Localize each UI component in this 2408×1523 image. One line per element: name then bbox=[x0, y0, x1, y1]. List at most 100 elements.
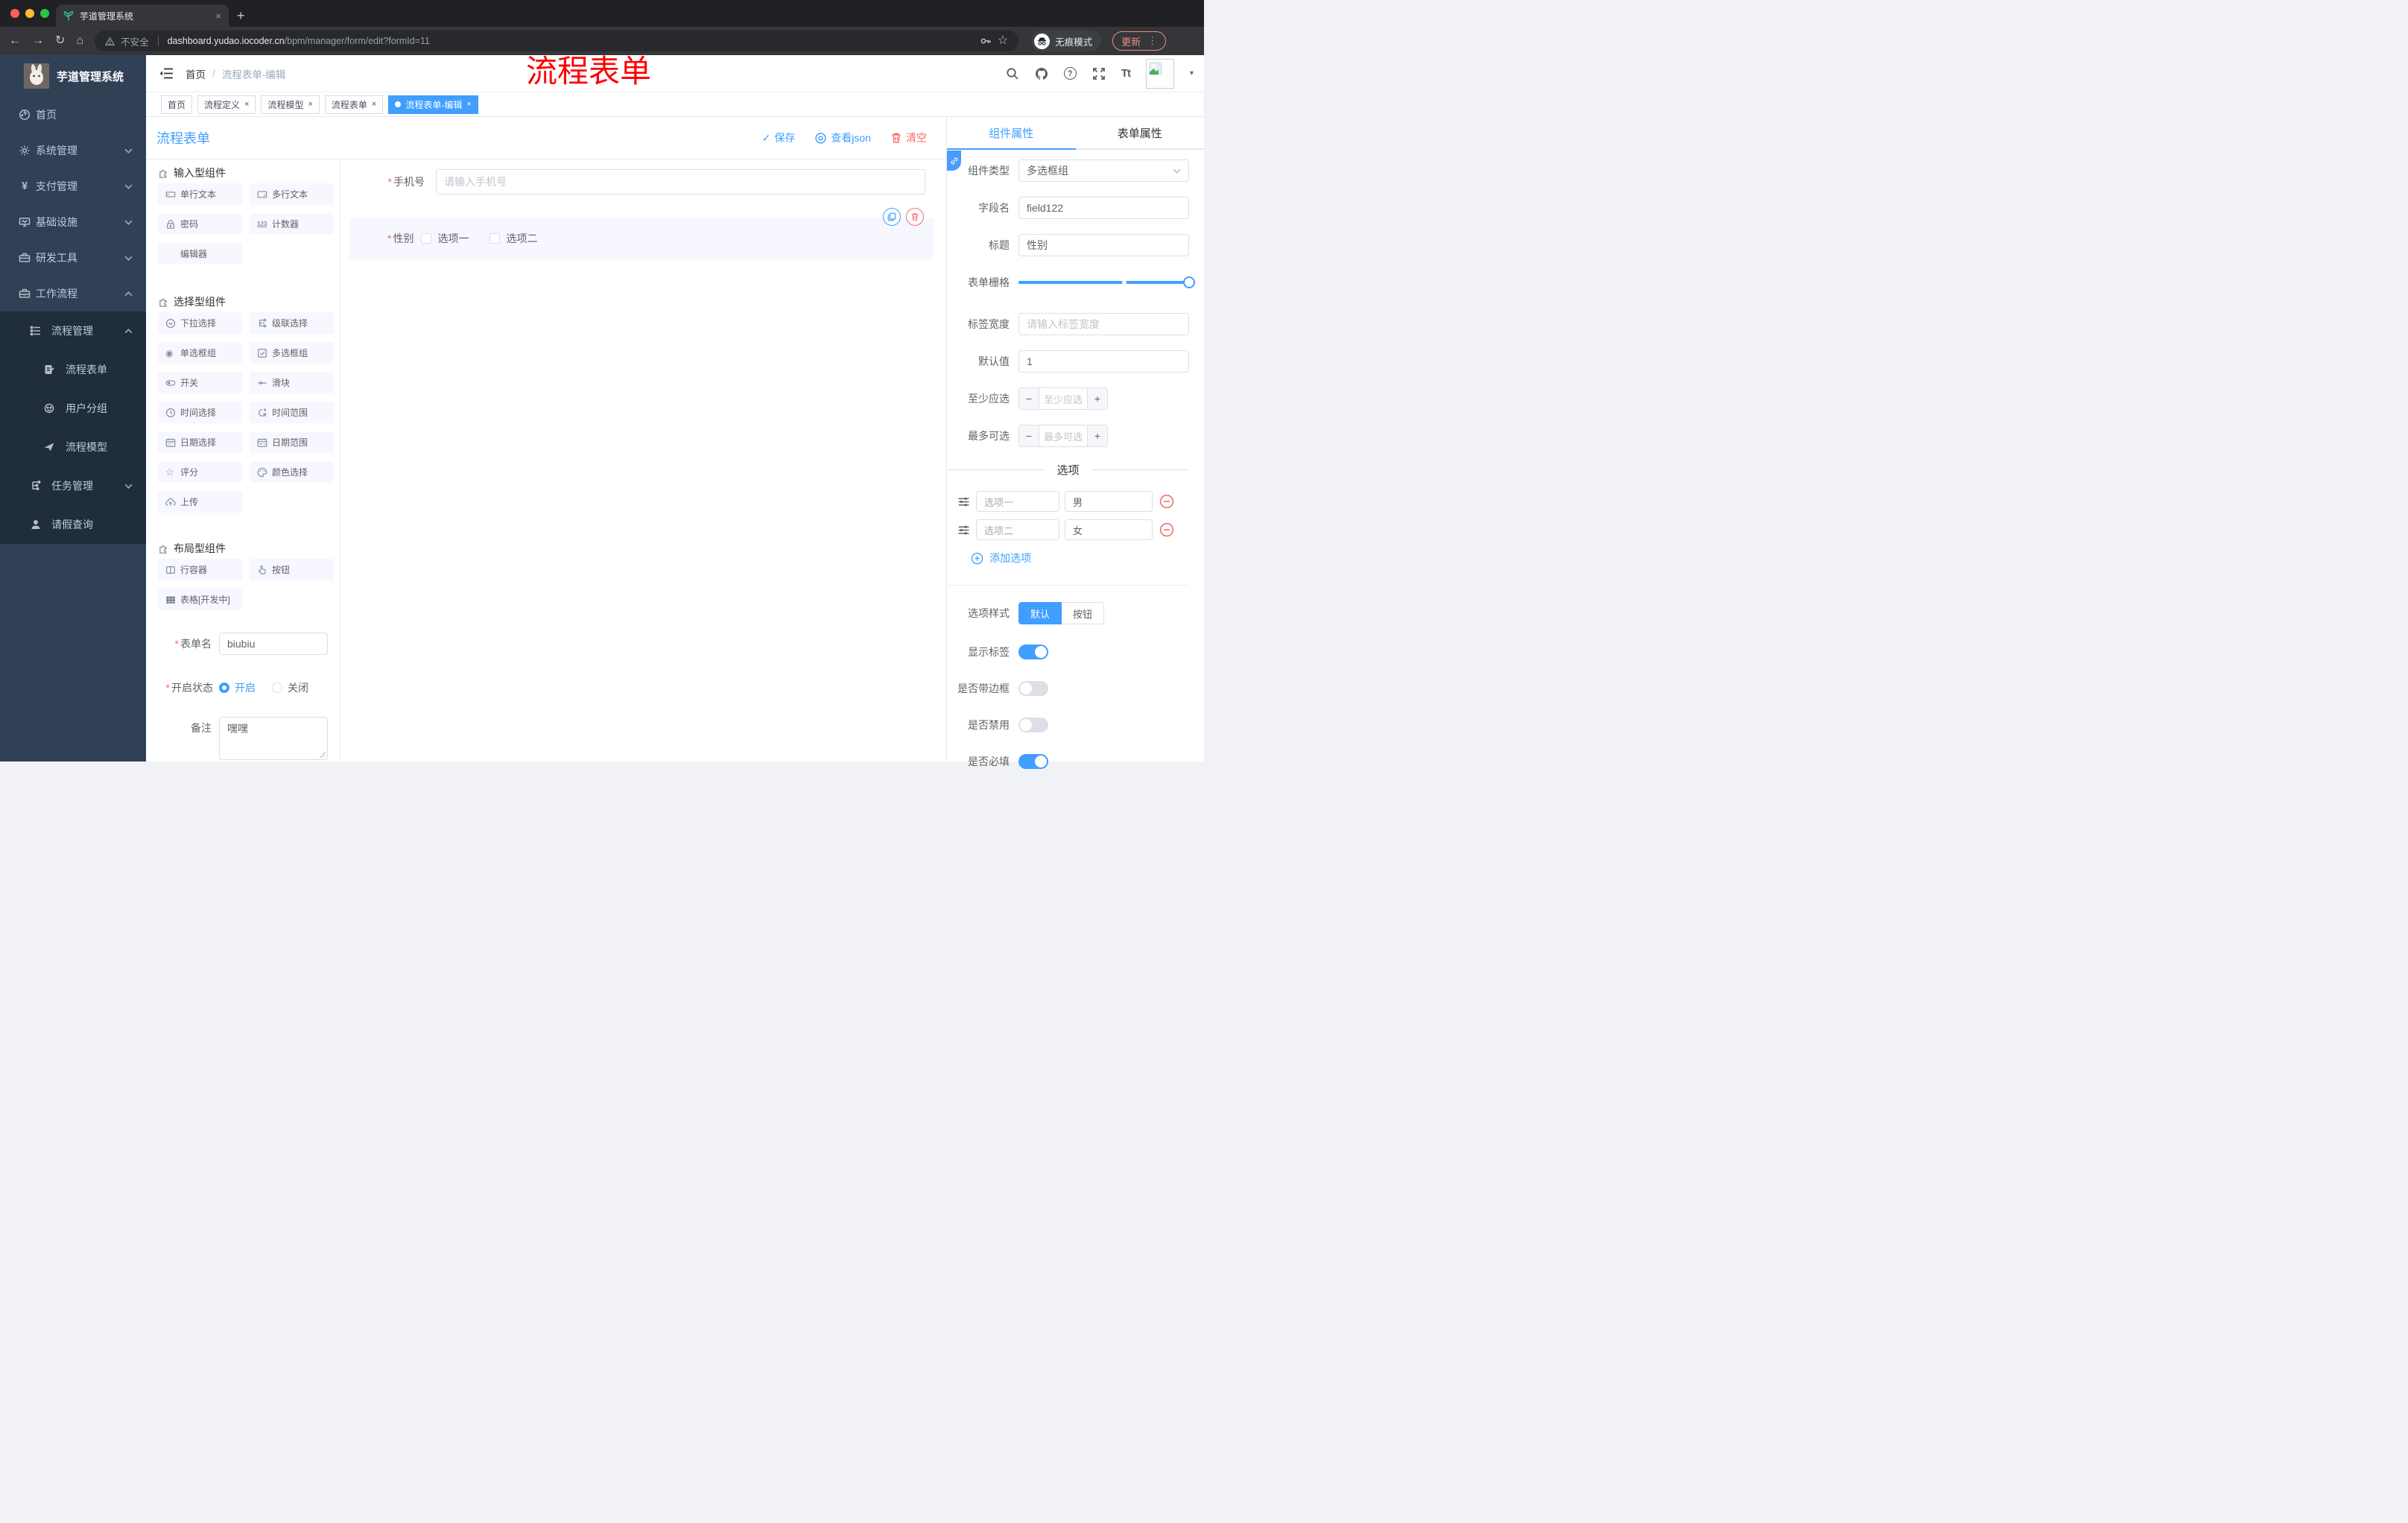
drag-handle-icon[interactable] bbox=[957, 495, 970, 508]
fullscreen-icon[interactable] bbox=[1092, 67, 1106, 80]
remark-textarea[interactable]: 嘿嘿 bbox=[219, 717, 328, 760]
resize-grip[interactable] bbox=[320, 752, 326, 758]
tag-close-icon[interactable]: × bbox=[372, 100, 376, 109]
option-label-input[interactable]: 选项二 bbox=[976, 519, 1059, 540]
close-window-button[interactable] bbox=[10, 9, 19, 18]
slider-track[interactable] bbox=[1018, 276, 1195, 288]
component-date-range[interactable]: 日期范围 bbox=[250, 431, 334, 453]
add-option-button[interactable]: 添加选项 bbox=[971, 551, 1189, 566]
canvas-field-gender-selected[interactable]: * 性别 选项一 选项二 bbox=[349, 218, 934, 259]
component-color-picker[interactable]: 颜色选择 bbox=[250, 461, 334, 483]
title-input[interactable]: 性别 bbox=[1018, 234, 1189, 256]
sidebar-item-process-form[interactable]: 流程表单 bbox=[0, 350, 146, 389]
option-value-input[interactable]: 女 bbox=[1065, 519, 1153, 540]
avatar-caret-icon[interactable]: ▾ bbox=[1190, 69, 1194, 77]
component-radio-group[interactable]: ◉ 单选框组 bbox=[158, 342, 242, 364]
browser-tab[interactable]: 芋道管理系统 × bbox=[56, 4, 229, 27]
tag-process-definition[interactable]: 流程定义 × bbox=[197, 95, 256, 114]
max-select-stepper[interactable]: − 最多可选 + bbox=[1018, 425, 1108, 447]
sidebar-item-workflow[interactable]: 工作流程 bbox=[0, 276, 146, 311]
canvas-field-phone[interactable]: * 手机号 请输入手机号 bbox=[340, 169, 946, 194]
component-type-select[interactable]: 多选框组 bbox=[1018, 159, 1189, 182]
field-name-input[interactable]: field122 bbox=[1018, 197, 1189, 219]
component-editor[interactable]: 编辑器 bbox=[158, 243, 242, 265]
minimize-window-button[interactable] bbox=[25, 9, 34, 18]
slider-handle[interactable] bbox=[1183, 276, 1195, 288]
style-button-button[interactable]: 按钮 bbox=[1062, 602, 1105, 624]
help-icon[interactable]: ? bbox=[1063, 67, 1077, 80]
style-default-button[interactable]: 默认 bbox=[1018, 602, 1062, 624]
sidebar-item-process-mgmt[interactable]: 流程管理 bbox=[0, 311, 146, 350]
reload-icon[interactable]: ↻ bbox=[55, 35, 65, 47]
view-json-button[interactable]: 查看json bbox=[814, 130, 871, 145]
sidebar-item-infra[interactable]: 基础设施 bbox=[0, 204, 146, 240]
sidebar-item-system[interactable]: 系统管理 bbox=[0, 133, 146, 168]
tag-process-form[interactable]: 流程表单 × bbox=[324, 95, 384, 114]
status-off-radio[interactable]: 关闭 bbox=[272, 680, 308, 695]
component-time-range[interactable]: 时间范围 bbox=[250, 402, 334, 423]
tag-close-icon[interactable]: × bbox=[308, 100, 312, 109]
component-table-dev[interactable]: 表格[开发中] bbox=[158, 589, 242, 610]
form-name-input[interactable]: biubiu bbox=[219, 633, 328, 655]
component-button[interactable]: 按钮 bbox=[250, 559, 334, 580]
component-checkbox-group[interactable]: 多选框组 bbox=[250, 342, 334, 364]
new-tab-button[interactable]: + bbox=[237, 6, 245, 25]
component-switch[interactable]: 开关 bbox=[158, 372, 242, 393]
component-slider[interactable]: 滑块 bbox=[250, 372, 334, 393]
sidebar-item-leave-query[interactable]: 请假查询 bbox=[0, 505, 146, 544]
tag-close-icon[interactable]: × bbox=[466, 100, 471, 109]
default-value-input[interactable]: 1 bbox=[1018, 350, 1189, 373]
checkbox-option2[interactable] bbox=[489, 233, 501, 244]
github-icon[interactable] bbox=[1035, 67, 1048, 80]
sidebar-collapse-icon[interactable] bbox=[159, 67, 174, 80]
component-single-text[interactable]: 单行文本 bbox=[158, 183, 242, 205]
tab-component-props[interactable]: 组件属性 bbox=[947, 117, 1076, 148]
drag-handle-icon[interactable] bbox=[957, 524, 970, 536]
tab-close-icon[interactable]: × bbox=[215, 10, 221, 22]
breadcrumb-home[interactable]: 首页 bbox=[186, 66, 206, 81]
checkbox-option1[interactable] bbox=[421, 233, 432, 244]
clear-button[interactable]: 清空 bbox=[890, 130, 927, 145]
show-label-toggle[interactable] bbox=[1018, 645, 1048, 659]
grid-slider[interactable] bbox=[1018, 271, 1195, 294]
zoom-window-button[interactable] bbox=[40, 9, 49, 18]
remove-option-icon[interactable] bbox=[1159, 522, 1174, 537]
min-select-stepper[interactable]: − 至少应选 + bbox=[1018, 387, 1108, 410]
forward-icon[interactable]: → bbox=[32, 35, 44, 47]
browser-menu-kebab-icon[interactable]: ⋮ bbox=[1147, 35, 1157, 47]
back-icon[interactable]: ← bbox=[9, 35, 21, 47]
tab-form-props[interactable]: 表单属性 bbox=[1076, 117, 1205, 148]
sidebar-item-devtools[interactable]: 研发工具 bbox=[0, 240, 146, 276]
disabled-toggle[interactable] bbox=[1018, 718, 1048, 732]
option-label-input[interactable]: 选项一 bbox=[976, 491, 1059, 512]
copy-component-button[interactable] bbox=[883, 208, 901, 226]
component-password[interactable]: 密码 bbox=[158, 213, 242, 235]
search-icon[interactable] bbox=[1006, 67, 1019, 80]
component-rate[interactable]: ☆ 评分 bbox=[158, 461, 242, 483]
remove-option-icon[interactable] bbox=[1159, 494, 1174, 509]
min-select-input[interactable]: 至少应选 bbox=[1039, 388, 1088, 409]
border-toggle[interactable] bbox=[1018, 681, 1048, 696]
component-multi-text[interactable]: 多行文本 bbox=[250, 183, 334, 205]
sidebar-item-process-model[interactable]: 流程模型 bbox=[0, 428, 146, 466]
phone-input[interactable]: 请输入手机号 bbox=[436, 169, 925, 194]
stepper-plus-button[interactable]: + bbox=[1088, 388, 1107, 409]
save-button[interactable]: ✓ 保存 bbox=[762, 130, 796, 145]
sidebar-item-home[interactable]: 首页 bbox=[0, 97, 146, 133]
stepper-minus-button[interactable]: − bbox=[1019, 425, 1039, 446]
not-secure-label[interactable]: 不安全 bbox=[121, 34, 149, 48]
sidebar-item-user-group[interactable]: 用户分组 bbox=[0, 389, 146, 428]
avatar[interactable] bbox=[1145, 58, 1174, 89]
password-key-icon[interactable] bbox=[980, 35, 992, 47]
stepper-minus-button[interactable]: − bbox=[1019, 388, 1039, 409]
max-select-input[interactable]: 最多可选 bbox=[1039, 425, 1088, 446]
required-toggle[interactable] bbox=[1018, 754, 1048, 769]
stepper-plus-button[interactable]: + bbox=[1088, 425, 1107, 446]
component-time-picker[interactable]: 时间选择 bbox=[158, 402, 242, 423]
font-size-icon[interactable]: Tt bbox=[1121, 67, 1131, 80]
component-upload[interactable]: 上传 bbox=[158, 491, 242, 513]
sidebar-item-payment[interactable]: ¥ 支付管理 bbox=[0, 168, 146, 204]
status-on-radio[interactable]: 开启 bbox=[219, 680, 256, 695]
component-row-container[interactable]: 行容器 bbox=[158, 559, 242, 580]
delete-component-button[interactable] bbox=[906, 208, 924, 226]
